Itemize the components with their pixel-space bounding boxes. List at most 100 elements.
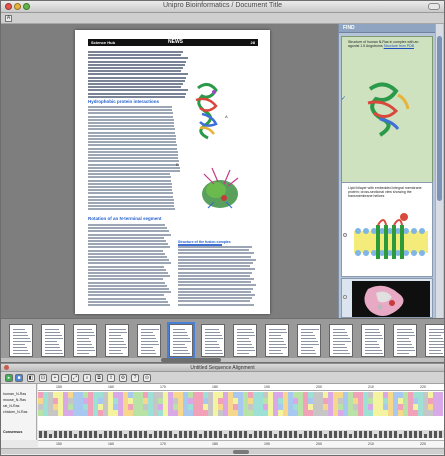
text-line (88, 294, 164, 297)
bottom-ruler-tick: 190 (264, 442, 270, 446)
zoom-in-icon[interactable]: + (51, 374, 59, 382)
text-line (88, 73, 188, 76)
text-line (88, 195, 174, 198)
page-thumbnail[interactable] (105, 324, 129, 357)
consensus-bar (439, 431, 442, 438)
consensus-bar (404, 431, 407, 438)
page-thumbnail[interactable] (265, 324, 289, 357)
document-viewer[interactable]: Science Hub NEWS 28 Hydrophobic protein … (1, 24, 338, 318)
text-line (88, 79, 185, 82)
text-line (88, 262, 171, 265)
consensus-bar (169, 431, 172, 438)
alignment-grid[interactable]: 150 160 170 180 190 200 210 220 (38, 384, 444, 440)
page-thumbnail[interactable] (137, 324, 161, 357)
text-line (178, 287, 254, 290)
zoom-out-icon[interactable]: − (61, 374, 69, 382)
sidebar-scrollbar[interactable] (435, 24, 443, 318)
page-thumbnail[interactable] (297, 324, 321, 357)
text-line (88, 256, 167, 258)
page-thumbnail[interactable] (73, 324, 97, 357)
find-icon[interactable]: ? (131, 374, 139, 382)
text-line (178, 303, 255, 306)
text-line (178, 244, 222, 246)
text-line (88, 278, 163, 281)
sequence-name[interactable]: human_N-Ras (3, 392, 26, 397)
lock-icon[interactable]: ⊡ (39, 374, 47, 382)
result-card-2[interactable]: Lipid bilayer with embedded integral mem… (341, 182, 433, 277)
close-panel-button[interactable] (4, 365, 9, 370)
page-thumbnail[interactable] (201, 324, 225, 357)
text-line (88, 208, 175, 211)
text-line (88, 138, 176, 140)
alignment-scroll-thumb[interactable] (233, 450, 249, 454)
result-card-1-text: Structure of human N-Ras in complex with… (348, 40, 428, 48)
text-line (178, 258, 256, 261)
thumbnail-scroll-thumb[interactable] (161, 358, 221, 362)
residue-cell[interactable] (438, 410, 443, 416)
zoom-reset-icon[interactable]: ⊙ (143, 374, 151, 382)
sequence-name[interactable]: mouse_N-Ras (3, 398, 26, 403)
run-icon[interactable]: ▸ (5, 374, 13, 382)
text-line (178, 255, 252, 258)
page-thumbnail[interactable] (361, 324, 385, 357)
text-line (88, 150, 178, 153)
page-thumbnail[interactable] (329, 324, 353, 357)
text-line (88, 252, 165, 255)
consensus-bar (199, 434, 202, 438)
text-line (88, 268, 166, 271)
text-line (88, 291, 171, 294)
alignment-horizontal-scrollbar[interactable] (1, 448, 444, 454)
consensus-bar (184, 431, 187, 438)
thumbnail-scrollbar[interactable] (1, 358, 444, 362)
page-thumbnail[interactable] (9, 324, 33, 357)
consensus-bar (39, 431, 42, 438)
page-thumbnail[interactable] (167, 322, 195, 359)
page-thumbnail[interactable] (393, 324, 417, 357)
consensus-bar (339, 431, 342, 438)
search-icon[interactable]: ⌕ (83, 374, 91, 382)
text-line (88, 300, 168, 303)
settings-icon[interactable]: ⚙ (119, 374, 127, 382)
consensus-bar (164, 431, 167, 438)
result-card-3[interactable] (341, 278, 433, 318)
page-thumbnail[interactable] (41, 324, 65, 357)
ruler-tick: 210 (368, 385, 374, 389)
text-line (178, 300, 250, 303)
sequence-name[interactable]: chicken_N-Ras (3, 410, 27, 415)
ruler-tick: 170 (160, 385, 166, 389)
consensus-bar (289, 431, 292, 438)
sequence-row[interactable] (38, 410, 444, 416)
consensus-bar (209, 431, 212, 438)
text-line (88, 192, 173, 195)
alignment-panel-title-text: Untitled Sequence Alignment (190, 365, 255, 371)
toolbar-toggle-button[interactable] (428, 3, 440, 10)
zoom-fit-icon[interactable]: ⤢ (71, 374, 79, 382)
bottom-position-ruler: 150 160 170 180 190 200 210 220 (38, 440, 444, 447)
text-line (178, 294, 255, 296)
consensus-bar (174, 434, 177, 438)
page-thumbnail[interactable] (233, 324, 257, 357)
result-card-1-link[interactable]: Structure from PDB (384, 44, 414, 48)
export-icon[interactable]: ⇪ (107, 374, 115, 382)
text-line (88, 115, 174, 118)
color-scheme-icon[interactable]: ◧ (27, 374, 35, 382)
document-icon[interactable]: A (5, 15, 12, 22)
sequence-name[interactable]: rat_N-Ras (3, 404, 19, 409)
copy-icon[interactable]: ⧉ (95, 374, 103, 382)
consensus-bar (434, 431, 437, 438)
text-line (88, 70, 182, 73)
consensus-bar (279, 431, 282, 438)
text-line (178, 268, 255, 271)
consensus-bar (114, 431, 117, 438)
text-line (88, 57, 188, 60)
consensus-bar (284, 431, 287, 438)
ruler-tick: 220 (420, 385, 426, 389)
window-title: Unipro Bioinformatics / Document Title (162, 2, 283, 9)
result-card-1[interactable]: ✓ Structure of human N-Ras in complex wi… (341, 36, 433, 183)
sidebar-scroll-thumb[interactable] (437, 36, 442, 201)
bottom-ruler-tick: 210 (368, 442, 374, 446)
blue-square-icon[interactable]: ■ (15, 374, 23, 382)
consensus-bar (359, 431, 362, 438)
page-thumbnail[interactable] (425, 324, 444, 357)
text-line (88, 182, 172, 185)
